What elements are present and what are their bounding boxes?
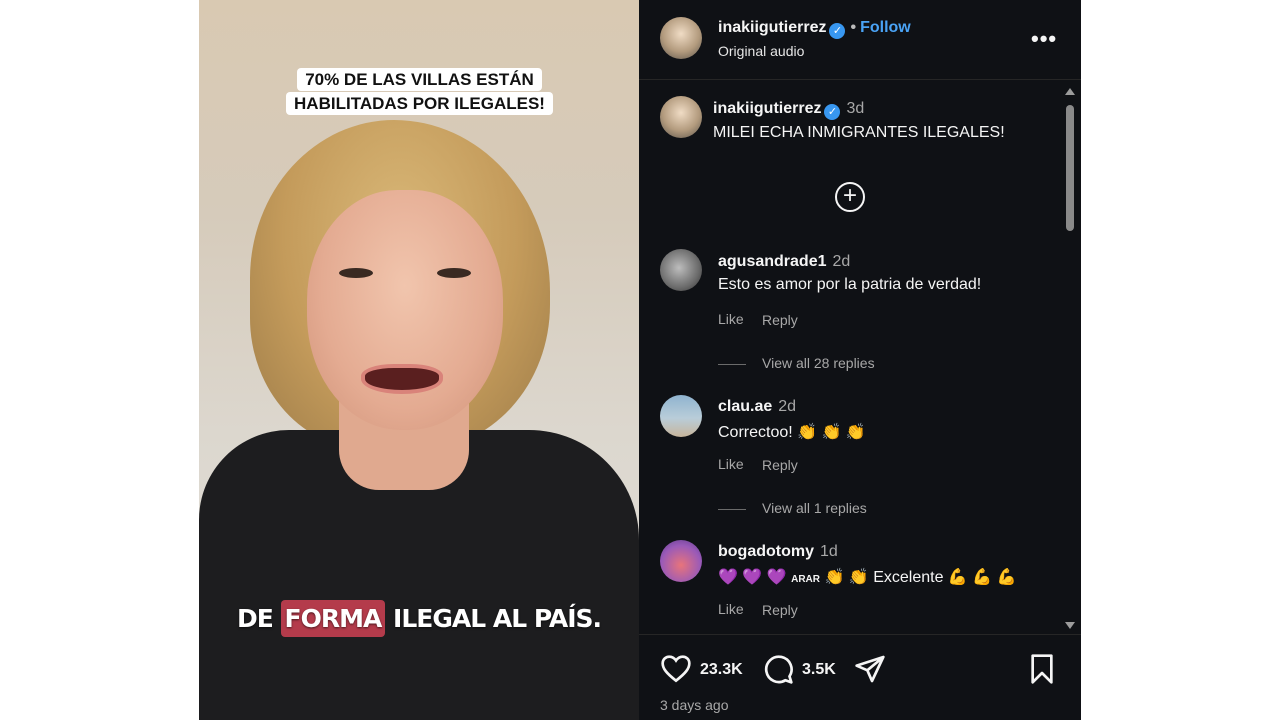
comment-username[interactable]: bogadotomy (718, 543, 814, 560)
verified-icon: ✓ (824, 104, 841, 120)
avatar[interactable] (660, 540, 702, 582)
comment-time: 1d (820, 543, 838, 560)
header-separator: • (850, 19, 857, 36)
video-caption-bottom: DE FORMA ILEGAL AL PAÍS. (199, 600, 639, 637)
reply-button[interactable]: Reply (762, 602, 798, 618)
comments-panel: inakiigutierrez ✓ • Follow Original audio •… (639, 0, 1081, 720)
comment-icon[interactable] (762, 653, 794, 685)
video-frame-eye (339, 268, 373, 278)
comment-text: Correctoo! (718, 424, 793, 441)
video-frame-mouth (361, 364, 443, 394)
caption-top-line2: HABILITADAS POR ILEGALES! (286, 92, 553, 115)
comment-time: 2d (778, 398, 797, 415)
header-username[interactable]: inakiigutierrez (718, 19, 826, 36)
like-comment-button[interactable]: Like (718, 456, 744, 472)
comment-header: clau.ae 2d (718, 398, 796, 416)
clap-emoji: 👏 👏 👏 (797, 424, 866, 441)
comment-username[interactable]: clau.ae (718, 398, 772, 415)
comment-header: agusandrade1 2d (718, 253, 850, 271)
purple-heart-emoji: 💜 💜 💜 (718, 569, 787, 586)
caption-bottom-pre: DE (236, 604, 274, 633)
avatar[interactable] (660, 96, 702, 138)
video-frame-face (307, 190, 503, 430)
like-comment-button[interactable]: Like (718, 311, 744, 327)
caption-top-line1: 70% DE LAS VILLAS ESTÁN (297, 68, 542, 91)
avatar[interactable] (660, 17, 702, 59)
header-user-line: inakiigutierrez ✓ • Follow (718, 19, 911, 39)
video-frame-eye (437, 268, 471, 278)
comments-scrollbar[interactable] (1062, 83, 1078, 634)
verified-icon: ✓ (829, 23, 846, 39)
avatar[interactable] (660, 395, 702, 437)
comment-small-text: ARAR (791, 574, 820, 585)
comment-username[interactable]: agusandrade1 (718, 253, 826, 270)
view-replies-button[interactable]: View all 1 replies (718, 500, 867, 516)
scroll-thumb[interactable] (1066, 105, 1074, 231)
comment-text: Esto es amor por la patria de verdad! (718, 276, 982, 293)
heart-icon[interactable] (660, 653, 692, 683)
post-caption-header: inakiigutierrez ✓ 3d (713, 100, 864, 120)
view-replies-button[interactable]: View all 28 replies (718, 355, 875, 371)
follow-button[interactable]: Follow (860, 19, 911, 36)
flexed-biceps-emoji: 💪 💪 💪 (947, 569, 1017, 586)
original-audio-link[interactable]: Original audio (718, 43, 804, 59)
load-more-comments-icon[interactable]: + (835, 182, 865, 212)
post-header: inakiigutierrez ✓ • Follow Original audio •… (639, 0, 1081, 80)
caption-bottom-highlight: FORMA (280, 600, 386, 637)
comment-text-line: 💜 💜 💜 ARAR 👏 👏 Excelente 💪 💪 💪 (718, 567, 1017, 587)
video-caption-top: 70% DE LAS VILLAS ESTÁN HABILITADAS POR … (281, 68, 558, 116)
post-date: 3 days ago (660, 697, 729, 713)
post-caption: MILEI ECHA INMIGRANTES ILEGALES! (713, 124, 1005, 141)
reply-button[interactable]: Reply (762, 457, 798, 473)
comment-header: bogadotomy 1d (718, 543, 838, 561)
post-actions-bar: 23.3K 3.5K 3 days ago (639, 634, 1081, 720)
like-comment-button[interactable]: Like (718, 601, 744, 617)
caption-bottom-post: ILEGAL AL PAÍS. (393, 604, 602, 633)
avatar[interactable] (660, 249, 702, 291)
clap-emoji: 👏 👏 (824, 569, 869, 586)
comment-time: 2d (832, 253, 851, 270)
reply-button[interactable]: Reply (762, 312, 798, 328)
post-username[interactable]: inakiigutierrez (713, 100, 821, 117)
more-options-icon[interactable]: ••• (1031, 26, 1057, 52)
comment-text-line: Correctoo! 👏 👏 👏 (718, 422, 866, 442)
post-time: 3d (846, 100, 865, 117)
video-player[interactable]: 70% DE LAS VILLAS ESTÁN HABILITADAS POR … (199, 0, 639, 720)
comment-text: Excelente (873, 569, 944, 586)
like-count: 23.3K (700, 661, 743, 678)
share-icon[interactable] (854, 653, 886, 685)
comment-count: 3.5K (802, 661, 836, 678)
scroll-up-arrow-icon[interactable] (1065, 88, 1075, 95)
bookmark-icon[interactable] (1028, 653, 1056, 685)
comments-list: inakiigutierrez ✓ 3d MILEI ECHA INMIGRANTE… (639, 81, 1063, 634)
scroll-down-arrow-icon[interactable] (1065, 622, 1075, 629)
